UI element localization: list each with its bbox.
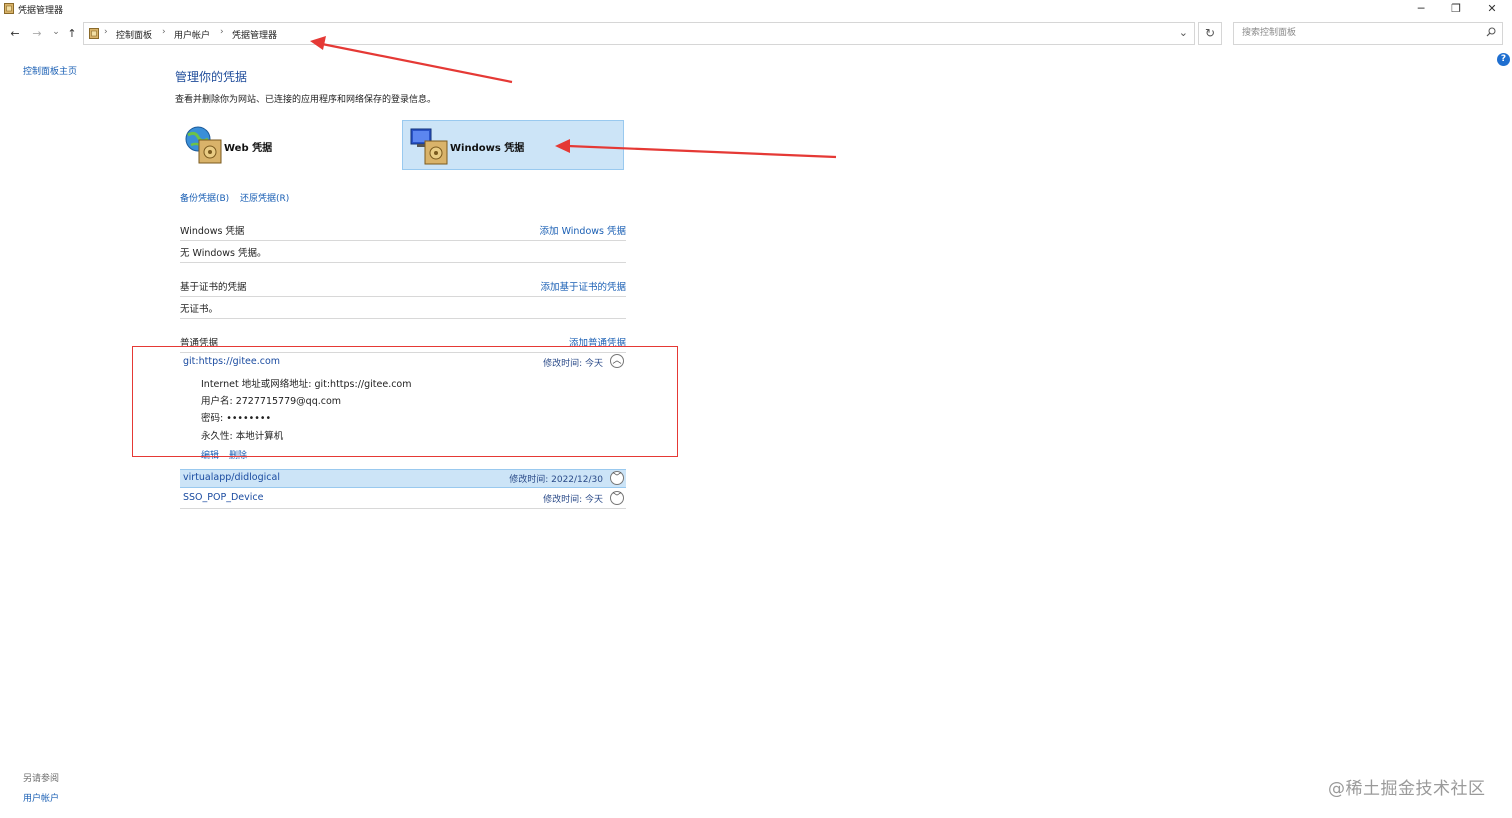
annotation-arrow xyxy=(555,139,837,159)
watermark: @稀土掘金技术社区 xyxy=(1328,779,1486,799)
annotation-arrows xyxy=(310,36,837,159)
annotation-arrow xyxy=(310,36,513,84)
